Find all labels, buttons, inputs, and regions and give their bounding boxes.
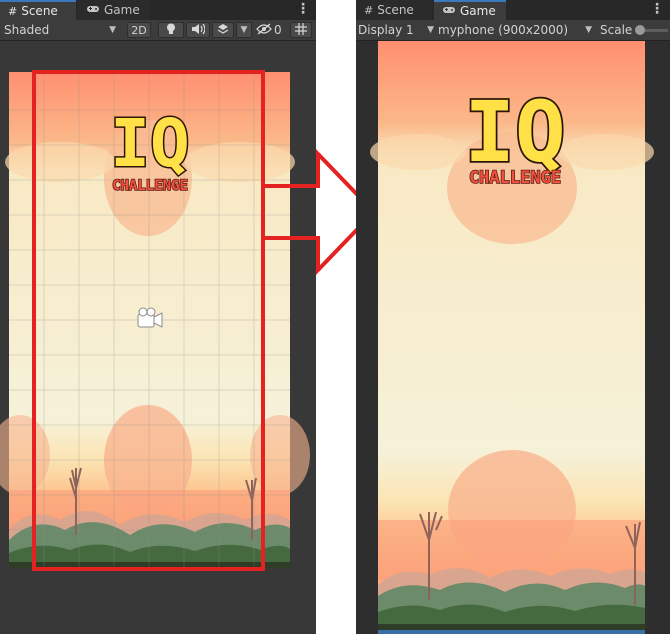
tab-scene-label: Scene <box>377 3 414 17</box>
game-panel: # Scene Game ⋮ Display 1 ▼ myphone (900x… <box>356 0 670 634</box>
arrow-right-icon <box>264 149 370 275</box>
lighting-toggle-button[interactable] <box>158 22 184 38</box>
display-value: Display 1 <box>358 23 414 37</box>
game-view-bottom-bar <box>378 630 645 634</box>
hidden-count: 0 <box>274 23 282 37</box>
chevron-down-icon: ▼ <box>109 25 116 35</box>
grid-snap-button[interactable] <box>290 22 312 38</box>
scene-toolbar: Shaded ▼ 2D ▼ 0 <box>0 20 316 41</box>
scale-slider-track[interactable] <box>635 24 669 35</box>
chevron-down-icon: ▼ <box>240 25 248 35</box>
logo-iq-sub: CHALLENGE <box>469 168 561 188</box>
game-tab-bar: # Scene Game ⋮ <box>356 0 670 21</box>
visibility-icon <box>256 23 272 38</box>
layers-icon <box>217 23 229 38</box>
scale-label: Scale <box>600 23 633 37</box>
tab-game[interactable]: Game <box>434 0 506 20</box>
audio-toggle-button[interactable] <box>186 22 210 38</box>
game-view[interactable]: IQ CHALLENGE <box>356 41 670 634</box>
audio-icon <box>191 23 206 38</box>
tab-scene[interactable]: # Scene <box>356 0 432 20</box>
resolution-value: myphone (900x2000) <box>438 23 569 37</box>
grid-icon: # <box>364 3 374 17</box>
tab-game-label: Game <box>104 3 140 17</box>
draw-mode-dropdown[interactable]: Shaded ▼ <box>4 20 118 40</box>
2d-toggle-button[interactable]: 2D <box>127 22 151 38</box>
scene-panel: # Scene Game ⋮ Shaded ▼ 2D ▼ 0 IQ CHALLE… <box>0 0 316 634</box>
scale-slider-thumb[interactable] <box>635 24 646 35</box>
scene-viewport[interactable]: IQ CHALLENGE <box>0 41 316 634</box>
lightbulb-icon <box>166 23 176 38</box>
grid-icon: # <box>8 4 18 18</box>
tab-scene[interactable]: # Scene <box>0 0 76 20</box>
logo-iq: IQ CHALLENGE <box>109 104 191 195</box>
logo-iq-main: IQ <box>110 105 189 182</box>
draw-mode-value: Shaded <box>4 23 50 37</box>
resolution-dropdown[interactable]: myphone (900x2000) ▼ <box>438 20 592 40</box>
gamepad-icon <box>86 3 100 17</box>
tab-game[interactable]: Game <box>78 0 150 20</box>
hidden-objects-toggle[interactable]: 0 <box>256 20 286 40</box>
tab-game-label: Game <box>460 4 496 18</box>
chevron-down-icon: ▼ <box>585 25 592 35</box>
scene-tab-bar: # Scene Game ⋮ <box>0 0 316 21</box>
game-toolbar: Display 1 ▼ myphone (900x2000) ▼ Scale <box>356 20 670 41</box>
effects-dropdown-button[interactable] <box>212 22 234 38</box>
logo-iq-main: IQ <box>464 83 565 181</box>
chevron-down-icon: ▼ <box>427 25 434 35</box>
gamepad-icon <box>442 4 456 18</box>
display-dropdown[interactable]: Display 1 ▼ <box>358 20 434 40</box>
panel-menu-button[interactable]: ⋮ <box>650 1 664 17</box>
tab-scene-label: Scene <box>21 4 58 18</box>
scale-control: Scale <box>600 20 670 40</box>
panel-menu-button[interactable]: ⋮ <box>296 1 310 17</box>
logo-iq: IQ CHALLENGE <box>463 81 568 189</box>
effects-dropdown-arrow[interactable]: ▼ <box>236 22 252 38</box>
logo-iq-sub: CHALLENGE <box>112 178 188 194</box>
grid-snap-icon <box>295 22 307 38</box>
